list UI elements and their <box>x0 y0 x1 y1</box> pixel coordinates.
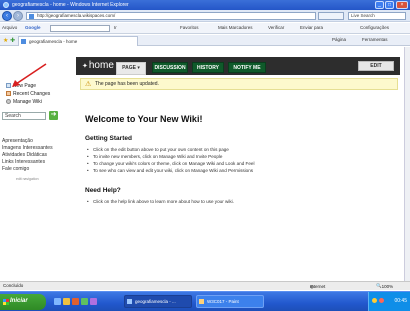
sidebar-link-imagens[interactable]: Imagens Interessantes <box>2 145 53 151</box>
close-button[interactable]: × <box>396 1 408 9</box>
tab-discussion[interactable]: DISCUSSION <box>152 62 188 73</box>
ie-taskbar-icon <box>127 299 132 304</box>
taskbar-item-label: geografiamescla - ... <box>135 299 176 304</box>
forward-button[interactable]: › <box>13 11 23 21</box>
tray-security-icon[interactable] <box>379 298 384 303</box>
list-item: To see who can view and edit your wiki, … <box>87 168 253 173</box>
page-title-text: home <box>88 60 114 71</box>
quick-launch-folder-icon[interactable] <box>63 298 70 305</box>
settings-button[interactable]: Configurações <box>360 25 389 30</box>
search-go-icon[interactable]: ➜ <box>49 111 58 120</box>
need-help-heading: Need Help? <box>85 187 121 194</box>
tab-current[interactable]: geografiamescla - home <box>18 36 138 46</box>
maximize-button[interactable]: □ <box>385 1 394 9</box>
vertical-scrollbar[interactable] <box>404 47 410 281</box>
paint-taskbar-icon <box>199 299 204 304</box>
window-title-bar: geografiamescla - home - Windows Interne… <box>0 0 410 10</box>
file-menu[interactable]: Arquivo <box>2 25 17 30</box>
sidebar-item-recent-changes[interactable]: Recent Changes <box>6 91 50 97</box>
sidebar-item-label: Recent Changes <box>13 91 51 97</box>
tab-notify-me[interactable]: NOTIFY ME <box>228 62 266 73</box>
refresh-stop-buttons[interactable] <box>318 12 344 20</box>
ie-icon <box>3 2 9 8</box>
edit-button[interactable]: EDIT <box>358 61 394 71</box>
address-toolbar: ‹ › http://geografiamescla.wikispaces.co… <box>0 10 410 22</box>
back-button[interactable]: ‹ <box>2 11 12 21</box>
tools-menu[interactable]: Ferramentas <box>362 37 388 42</box>
list-item: Click on the edit button above to put yo… <box>87 147 229 152</box>
list-item: To invite new members, click on Manage W… <box>87 154 222 159</box>
wiki-header: ✦home PAGE ▾ DISCUSSION HISTORY NOTIFY M… <box>76 57 400 75</box>
minimize-button[interactable]: _ <box>375 1 384 9</box>
page-menu[interactable]: Página <box>332 37 346 42</box>
sidebar-link-links[interactable]: Links Interessantes <box>2 159 45 165</box>
sidebar-item-label: Manage Wiki <box>13 99 42 105</box>
edit-navigation-link[interactable]: edit navigation <box>16 177 39 181</box>
list-item: Click on the help link above to learn mo… <box>87 199 234 204</box>
quick-launch-app2-icon[interactable] <box>90 298 97 305</box>
quick-launch-app-icon[interactable] <box>81 298 88 305</box>
quick-launch-ie-icon[interactable] <box>54 298 61 305</box>
taskbar-item-browser[interactable]: geografiamescla - ... <box>124 295 192 308</box>
sidebar-item-manage-wiki[interactable]: Manage Wiki <box>6 99 42 105</box>
warning-icon: ⚠ <box>85 81 92 88</box>
sidebar-search-input[interactable]: Search <box>2 112 46 120</box>
google-go-button[interactable]: Ir <box>114 25 117 30</box>
list-item: To change your wiki's colors or theme, c… <box>87 161 255 166</box>
tab-history[interactable]: HISTORY <box>192 62 224 73</box>
favorites-button[interactable]: Favoritos <box>180 25 199 30</box>
zoom-level[interactable]: 🔍 100% <box>376 283 393 289</box>
sidebar-link-fale-comigo[interactable]: Fale comigo <box>2 166 29 172</box>
welcome-heading: Welcome to Your New Wiki! <box>85 114 203 124</box>
sidebar-link-atividades[interactable]: Atividades Didáticas <box>2 152 47 158</box>
tab-page[interactable]: PAGE ▾ <box>116 62 146 75</box>
tray-clock: 00:45 <box>394 298 407 304</box>
google-search-input[interactable] <box>50 25 110 32</box>
quick-launch-media-icon[interactable] <box>72 298 79 305</box>
window-title: geografiamescla - home - Windows Interne… <box>12 2 129 8</box>
update-notice: ⚠ The page has been updated. <box>80 78 398 90</box>
sidebar-link-apresentacao[interactable]: Apresentação <box>2 138 33 144</box>
send-to-button[interactable]: Enviar para <box>300 25 323 30</box>
favorites-star-icon[interactable]: ★ <box>3 37 8 44</box>
start-button[interactable]: Iniciar <box>0 294 46 310</box>
add-favorites-icon[interactable]: ✚ <box>10 37 15 44</box>
tray-network-icon[interactable] <box>372 298 377 303</box>
check-button[interactable]: Verificar <box>268 25 284 30</box>
getting-started-heading: Getting Started <box>85 135 132 142</box>
taskbar-item-paint[interactable]: W3C017 - Paint <box>196 295 264 308</box>
address-url: http://geografiamescla.wikispaces.com/ <box>37 13 116 18</box>
internet-zone-label: Internet <box>310 284 326 289</box>
google-logo: Google <box>25 25 41 30</box>
taskbar-item-label: W3C017 - Paint <box>207 299 239 304</box>
system-tray: 00:45 <box>368 292 410 311</box>
sidebar-item-new-page[interactable]: New Page <box>6 83 36 89</box>
new-page-icon <box>6 83 11 89</box>
bookmarks-button[interactable]: Mais Marcadores <box>218 25 253 30</box>
taskbar: Iniciar geografiamescla - ... W3C017 - P… <box>0 291 410 311</box>
status-text: Concluído <box>3 283 24 288</box>
address-input[interactable]: http://geografiamescla.wikispaces.com/ <box>26 12 316 20</box>
start-label: Iniciar <box>10 298 28 304</box>
windows-flag-icon <box>3 299 9 305</box>
sidebar-item-label: New Page <box>13 83 37 89</box>
site-favicon-icon <box>29 14 34 19</box>
tab-bar: ★ ✚ geografiamescla - home Página Ferram… <box>0 35 410 46</box>
page-title: ✦home <box>82 60 114 71</box>
home-star-icon: ✦ <box>82 63 88 70</box>
zoom-level-value: 100% <box>381 284 394 289</box>
live-search-input[interactable]: Live Search <box>348 12 406 20</box>
tab-current-label: geografiamescla - home <box>29 39 78 44</box>
notice-text: The page has been updated. <box>95 81 159 87</box>
recent-changes-icon <box>6 91 11 97</box>
live-search-label: Live Search <box>351 13 375 18</box>
google-toolbar: Arquivo Google Ir Favoritos Mais Marcado… <box>0 23 410 34</box>
status-bar: Concluído ◍ Internet 🔍 100% <box>0 281 410 290</box>
tab-favicon-icon <box>21 39 26 44</box>
manage-wiki-icon <box>6 99 11 105</box>
